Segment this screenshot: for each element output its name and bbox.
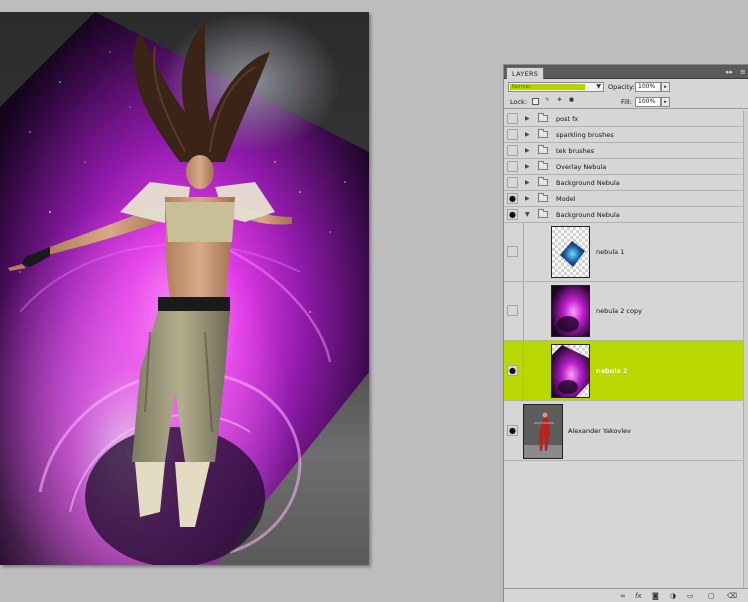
triangle-down-icon[interactable]: ▼ (525, 210, 530, 220)
layer-row-selected[interactable]: ● nebula 2 (504, 341, 744, 401)
triangle-right-icon[interactable]: ▶ (525, 162, 530, 172)
layer-group-row[interactable]: ▶ post fx (504, 111, 744, 127)
fill-input[interactable]: 100% (635, 97, 661, 107)
blend-opacity-row: Normal ▼ Opacity: 100% ▸ (504, 79, 748, 95)
blend-mode-value: Normal (510, 84, 585, 90)
visibility-toggle[interactable] (507, 177, 518, 188)
new-layer-icon[interactable]: ▢ (708, 591, 715, 601)
trash-icon[interactable]: ⌫ (727, 591, 737, 601)
group-name: Background Nebula (556, 211, 620, 219)
group-name: Model (556, 195, 576, 203)
tab-layers[interactable]: LAYERS (506, 67, 545, 79)
visibility-toggle[interactable] (507, 161, 518, 172)
eye-icon[interactable]: ● (507, 193, 518, 204)
layer-name: nebula 2 (596, 367, 628, 375)
link-icon[interactable]: ∞ (620, 591, 626, 601)
document-canvas[interactable] (0, 12, 369, 565)
panel-bottom-toolbar: ∞ fx ◙ ◑ ▭ ▢ ⌫ (504, 588, 748, 602)
layer-group-row[interactable]: ▶ Background Nebula (504, 175, 744, 191)
eye-icon[interactable]: ● (507, 424, 518, 436)
lock-all-icon[interactable]: ■ (568, 98, 575, 105)
triangle-right-icon[interactable]: ▶ (525, 130, 530, 140)
lock-label: Lock: (510, 98, 528, 106)
layer-group-row[interactable]: ▶ Overlay Nebula (504, 159, 744, 175)
layer-name: Alexander Yakovlev (568, 427, 632, 435)
fill-label: Fill: (621, 98, 632, 106)
artwork (0, 12, 369, 565)
fx-icon[interactable]: fx (635, 591, 642, 601)
chevron-down-icon: ▼ (596, 83, 601, 90)
folder-icon (538, 193, 548, 202)
triangle-right-icon[interactable]: ▶ (525, 114, 530, 124)
layer-group-row[interactable]: ● ▶ Model (504, 191, 744, 207)
layer-row[interactable]: nebula 1 (504, 223, 744, 282)
folder-icon (538, 161, 548, 170)
group-name: tek brushes (556, 147, 595, 155)
layers-panel: LAYERS ▸▸ ≡ Normal ▼ Opacity: 100% ▸ Loc… (503, 64, 748, 602)
lock-transparent-icon[interactable] (532, 98, 539, 105)
folder-icon (538, 177, 548, 186)
group-name: sparkling brushes (556, 131, 614, 139)
opacity-label: Opacity: (608, 83, 635, 91)
visibility-toggle[interactable] (507, 246, 518, 257)
layers-list: ▶ post fx ▶ sparkling brushes ▶ tek brus… (504, 111, 744, 461)
folder-icon (538, 145, 548, 154)
lock-position-icon[interactable]: ✥ (556, 98, 563, 105)
folder-icon (538, 113, 548, 122)
triangle-right-icon[interactable]: ▶ (525, 194, 530, 204)
layer-thumbnail (551, 226, 590, 278)
eye-icon[interactable]: ● (507, 209, 518, 220)
folder-icon (538, 209, 548, 218)
layer-thumbnail (551, 344, 590, 398)
visibility-toggle[interactable] (507, 129, 518, 140)
panel-tabbar: LAYERS ▸▸ ≡ (504, 65, 748, 79)
panel-menu-icon[interactable]: ≡ (740, 67, 746, 77)
layer-thumbnail (523, 404, 563, 459)
lock-image-icon[interactable]: ✎ (544, 98, 551, 105)
new-group-icon[interactable]: ▭ (687, 591, 694, 601)
mask-icon[interactable]: ◙ (652, 591, 659, 601)
folder-icon (538, 129, 548, 138)
layer-name: nebula 1 (596, 248, 625, 256)
lock-fill-row: Lock: ✎ ✥ ■ Fill: 100% ▸ (504, 95, 748, 109)
triangle-right-icon[interactable]: ▶ (525, 178, 530, 188)
visibility-toggle[interactable] (507, 305, 518, 316)
layer-group-row[interactable]: ▶ sparkling brushes (504, 127, 744, 143)
fill-arrow-icon[interactable]: ▸ (661, 97, 670, 107)
group-name: Overlay Nebula (556, 163, 607, 171)
opacity-input[interactable]: 100% (635, 82, 661, 92)
layer-name: nebula 2 copy (596, 307, 642, 315)
visibility-toggle[interactable] (507, 113, 518, 124)
layer-thumbnail (551, 285, 590, 337)
layer-group-row[interactable]: ● ▼ Background Nebula (504, 207, 744, 223)
collapse-panel-icon[interactable]: ▸▸ (726, 67, 733, 77)
triangle-right-icon[interactable]: ▶ (525, 146, 530, 156)
visibility-toggle[interactable] (507, 145, 518, 156)
blend-mode-select[interactable]: Normal ▼ (508, 82, 604, 92)
group-name: Background Nebula (556, 179, 620, 187)
group-name: post fx (556, 115, 579, 123)
adjustment-icon[interactable]: ◑ (670, 591, 676, 601)
layer-row[interactable]: nebula 2 copy (504, 282, 744, 341)
layer-row[interactable]: ● Alexander Yakovlev (504, 401, 744, 461)
layers-scrollbar[interactable] (743, 111, 748, 588)
opacity-arrow-icon[interactable]: ▸ (661, 82, 670, 92)
layer-group-row[interactable]: ▶ tek brushes (504, 143, 744, 159)
eye-icon[interactable]: ● (507, 364, 518, 376)
